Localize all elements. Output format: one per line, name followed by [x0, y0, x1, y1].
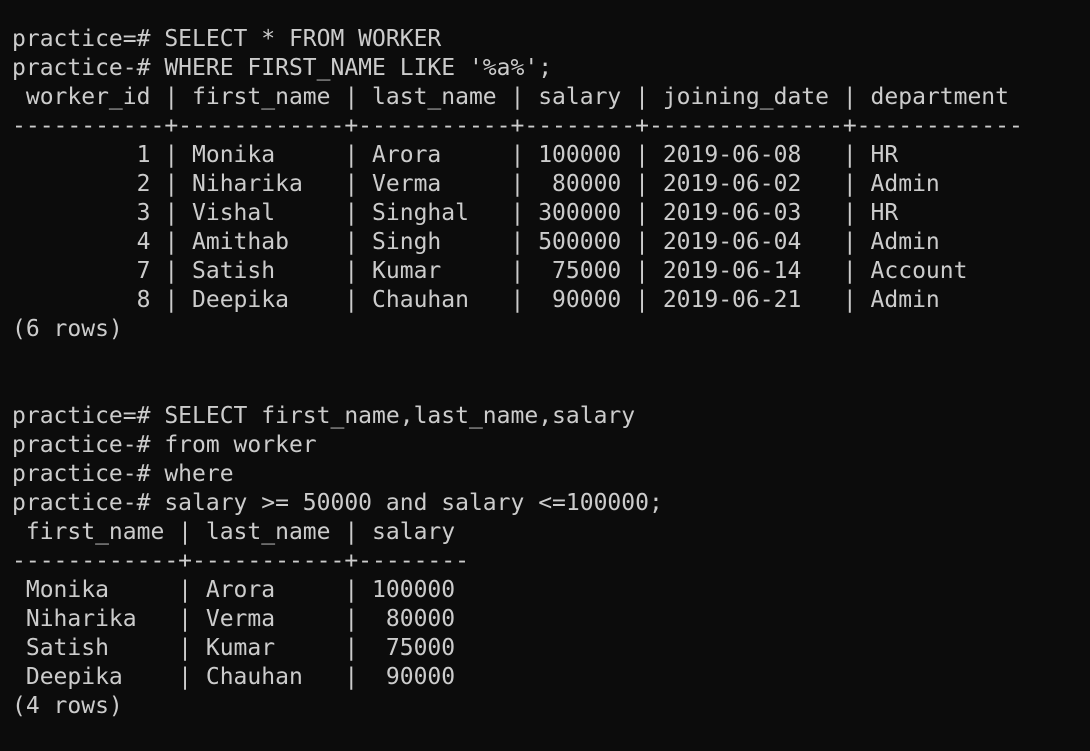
table-row: 8 | Deepika | Chauhan | 90000 | 2019-06-… [12, 287, 940, 313]
prompt-line: practice-# salary >= 50000 and salary <=… [12, 490, 663, 516]
table-row: Deepika | Chauhan | 90000 [12, 664, 456, 690]
prompt-line: practice-# where [12, 461, 234, 487]
result-header: worker_id | first_name | last_name | sal… [12, 84, 1009, 110]
result-header: first_name | last_name | salary [12, 519, 456, 545]
table-row: Monika | Arora | 100000 [12, 577, 456, 603]
prompt-line: practice-# WHERE FIRST_NAME LIKE '%a%'; [12, 55, 553, 81]
terminal-window[interactable]: practice=# SELECT * FROM WORKER practice… [0, 0, 1090, 751]
table-row: Satish | Kumar | 75000 [12, 635, 456, 661]
row-count: (4 rows) [12, 693, 123, 719]
row-count: (6 rows) [12, 316, 123, 342]
table-row: 1 | Monika | Arora | 100000 | 2019-06-08… [12, 142, 899, 168]
result-separator: ------------+-----------+-------- [12, 548, 469, 574]
table-row: 7 | Satish | Kumar | 75000 | 2019-06-14 … [12, 258, 968, 284]
result-separator: -----------+------------+-----------+---… [12, 113, 1023, 139]
prompt-line: practice=# SELECT * FROM WORKER [12, 26, 442, 52]
table-row: 4 | Amithab | Singh | 500000 | 2019-06-0… [12, 229, 940, 255]
prompt-line: practice-# from worker [12, 432, 317, 458]
table-row: 3 | Vishal | Singhal | 300000 | 2019-06-… [12, 200, 899, 226]
prompt-line: practice=# SELECT first_name,last_name,s… [12, 403, 636, 429]
table-row: Niharika | Verma | 80000 [12, 606, 456, 632]
table-row: 2 | Niharika | Verma | 80000 | 2019-06-0… [12, 171, 940, 197]
